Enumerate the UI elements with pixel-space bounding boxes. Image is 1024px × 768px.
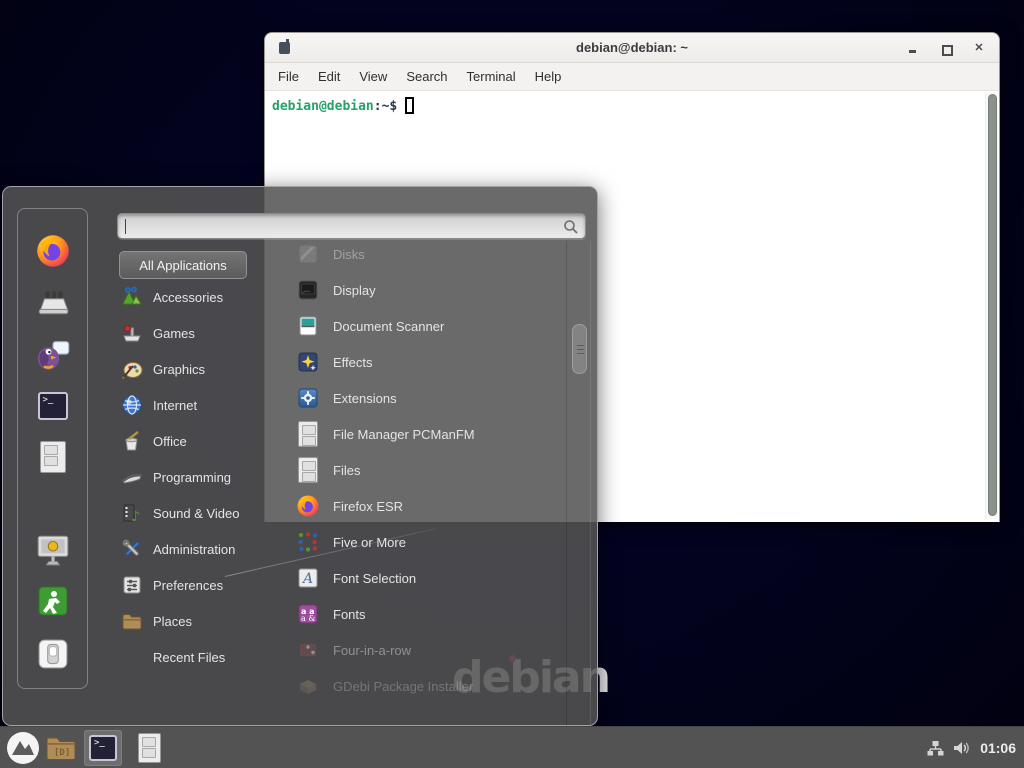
menu-search[interactable]: Search [406, 69, 447, 84]
favorite-pidgin-icon[interactable] [34, 335, 72, 373]
app-effects[interactable]: Effects [296, 346, 568, 378]
terminal-scrollbar[interactable] [985, 92, 998, 519]
menu-search-box[interactable] [117, 213, 586, 239]
app-fonts[interactable]: a aa & Fonts [296, 598, 568, 630]
app-files[interactable]: Files [296, 454, 568, 486]
terminal-scrollbar-thumb[interactable] [988, 94, 997, 516]
maximize-button[interactable] [940, 42, 952, 54]
terminal-titlebar[interactable]: debian@debian: ~ ✕ [265, 33, 999, 63]
favorite-logout-icon[interactable] [34, 582, 72, 620]
app-four-in-a-row[interactable]: Four-in-a-row [296, 634, 568, 666]
effects-icon [296, 350, 320, 374]
category-programming[interactable]: Programming [121, 461, 281, 493]
app-firefox-esr[interactable]: Firefox ESR [296, 490, 568, 522]
category-office[interactable]: Office [121, 425, 281, 457]
sound-video-icon: ♪ [121, 502, 143, 524]
application-menu: >_ All Applications Accessories [2, 186, 598, 726]
menu-file[interactable]: File [278, 69, 299, 84]
category-recent-files[interactable]: Recent Files [121, 641, 281, 673]
favorite-firefox-icon[interactable] [34, 232, 72, 270]
category-internet[interactable]: Internet [121, 389, 281, 421]
app-display[interactable]: Display [296, 274, 568, 306]
document-scanner-icon [296, 314, 320, 338]
desktop: debian debian@debian: ~ ✕ File Edit View… [0, 0, 1024, 768]
app-font-selection[interactable]: A Font Selection [296, 562, 568, 594]
menu-scrollbar-thumb[interactable] [572, 324, 587, 374]
category-games[interactable]: Games [121, 317, 281, 349]
display-icon [296, 278, 320, 302]
folder-icon: [D] [45, 734, 77, 762]
app-disks[interactable]: Disks [296, 238, 568, 270]
app-file-manager-pcmanfm[interactable]: File Manager PCManFM [296, 418, 568, 450]
svg-text:♪: ♪ [131, 509, 140, 524]
search-icon [563, 219, 579, 235]
network-icon[interactable] [927, 740, 944, 756]
prompt-suffix: :~$ [374, 99, 397, 114]
programming-icon [121, 466, 143, 488]
extensions-icon [296, 386, 320, 410]
favorite-lock-screen-icon[interactable] [34, 531, 72, 569]
menu-button[interactable] [4, 730, 42, 766]
administration-icon [121, 538, 143, 560]
file-manager-icon [296, 422, 320, 446]
office-icon [121, 430, 143, 452]
taskbar-files-button[interactable] [130, 730, 168, 766]
menu-scrollbar-track[interactable] [566, 241, 591, 768]
favorite-settings-icon[interactable] [34, 283, 72, 321]
terminal-menubar: File Edit View Search Terminal Help [265, 63, 999, 91]
favorite-files-icon[interactable] [34, 438, 72, 476]
svg-text:[D]: [D] [54, 748, 70, 758]
terminal-cursor [405, 97, 414, 114]
favorite-terminal-icon[interactable]: >_ [34, 387, 72, 425]
terminal-window-title: debian@debian: ~ [265, 40, 999, 55]
games-icon [121, 322, 143, 344]
category-accessories[interactable]: Accessories [121, 281, 281, 313]
app-five-or-more[interactable]: Five or More [296, 526, 568, 558]
files-cabinet-icon [138, 733, 161, 763]
four-in-a-row-icon [296, 638, 320, 662]
menu-help[interactable]: Help [535, 69, 562, 84]
category-preferences[interactable]: Preferences [121, 569, 281, 601]
prompt-user-host: debian@debian [272, 99, 374, 114]
category-administration[interactable]: Administration [121, 533, 281, 565]
menu-logo-icon [6, 731, 40, 765]
five-or-more-icon [296, 530, 320, 554]
volume-icon[interactable] [953, 740, 971, 756]
graphics-icon [121, 358, 143, 380]
menu-search-input[interactable] [126, 216, 546, 236]
favorites-panel: >_ [17, 208, 88, 689]
internet-icon [121, 394, 143, 416]
taskbar-terminal-button[interactable]: >_ [84, 730, 122, 766]
taskbar: [D] >_ 01:06 [0, 726, 1024, 768]
system-tray: 01:06 [927, 727, 1016, 768]
accessories-icon [121, 286, 143, 308]
menu-view[interactable]: View [359, 69, 387, 84]
files-icon [296, 458, 320, 482]
svg-text:A: A [301, 571, 313, 587]
category-places[interactable]: Places [121, 605, 281, 637]
terminal-icon: >_ [89, 735, 117, 761]
disks-icon [296, 242, 320, 266]
places-folder-icon [121, 610, 143, 632]
minimize-button[interactable] [907, 42, 919, 54]
close-button[interactable]: ✕ [973, 42, 985, 54]
gdebi-icon [296, 674, 320, 698]
category-graphics[interactable]: Graphics [121, 353, 281, 385]
category-sound-video[interactable]: ♪ Sound & Video [121, 497, 281, 529]
app-gdebi-package-installer[interactable]: GDebi Package Installer [296, 670, 568, 702]
menu-edit[interactable]: Edit [318, 69, 340, 84]
svg-text:a &: a & [301, 614, 315, 623]
category-all-applications[interactable]: All Applications [119, 251, 247, 279]
taskbar-file-manager-button[interactable]: [D] [42, 730, 80, 766]
preferences-icon [121, 574, 143, 596]
app-document-scanner[interactable]: Document Scanner [296, 310, 568, 342]
font-selection-icon: A [296, 566, 320, 590]
fonts-icon: a aa & [296, 602, 320, 626]
app-extensions[interactable]: Extensions [296, 382, 568, 414]
firefox-icon [296, 494, 320, 518]
favorite-shutdown-icon[interactable] [34, 635, 72, 673]
menu-terminal[interactable]: Terminal [467, 69, 516, 84]
clock[interactable]: 01:06 [980, 740, 1016, 756]
